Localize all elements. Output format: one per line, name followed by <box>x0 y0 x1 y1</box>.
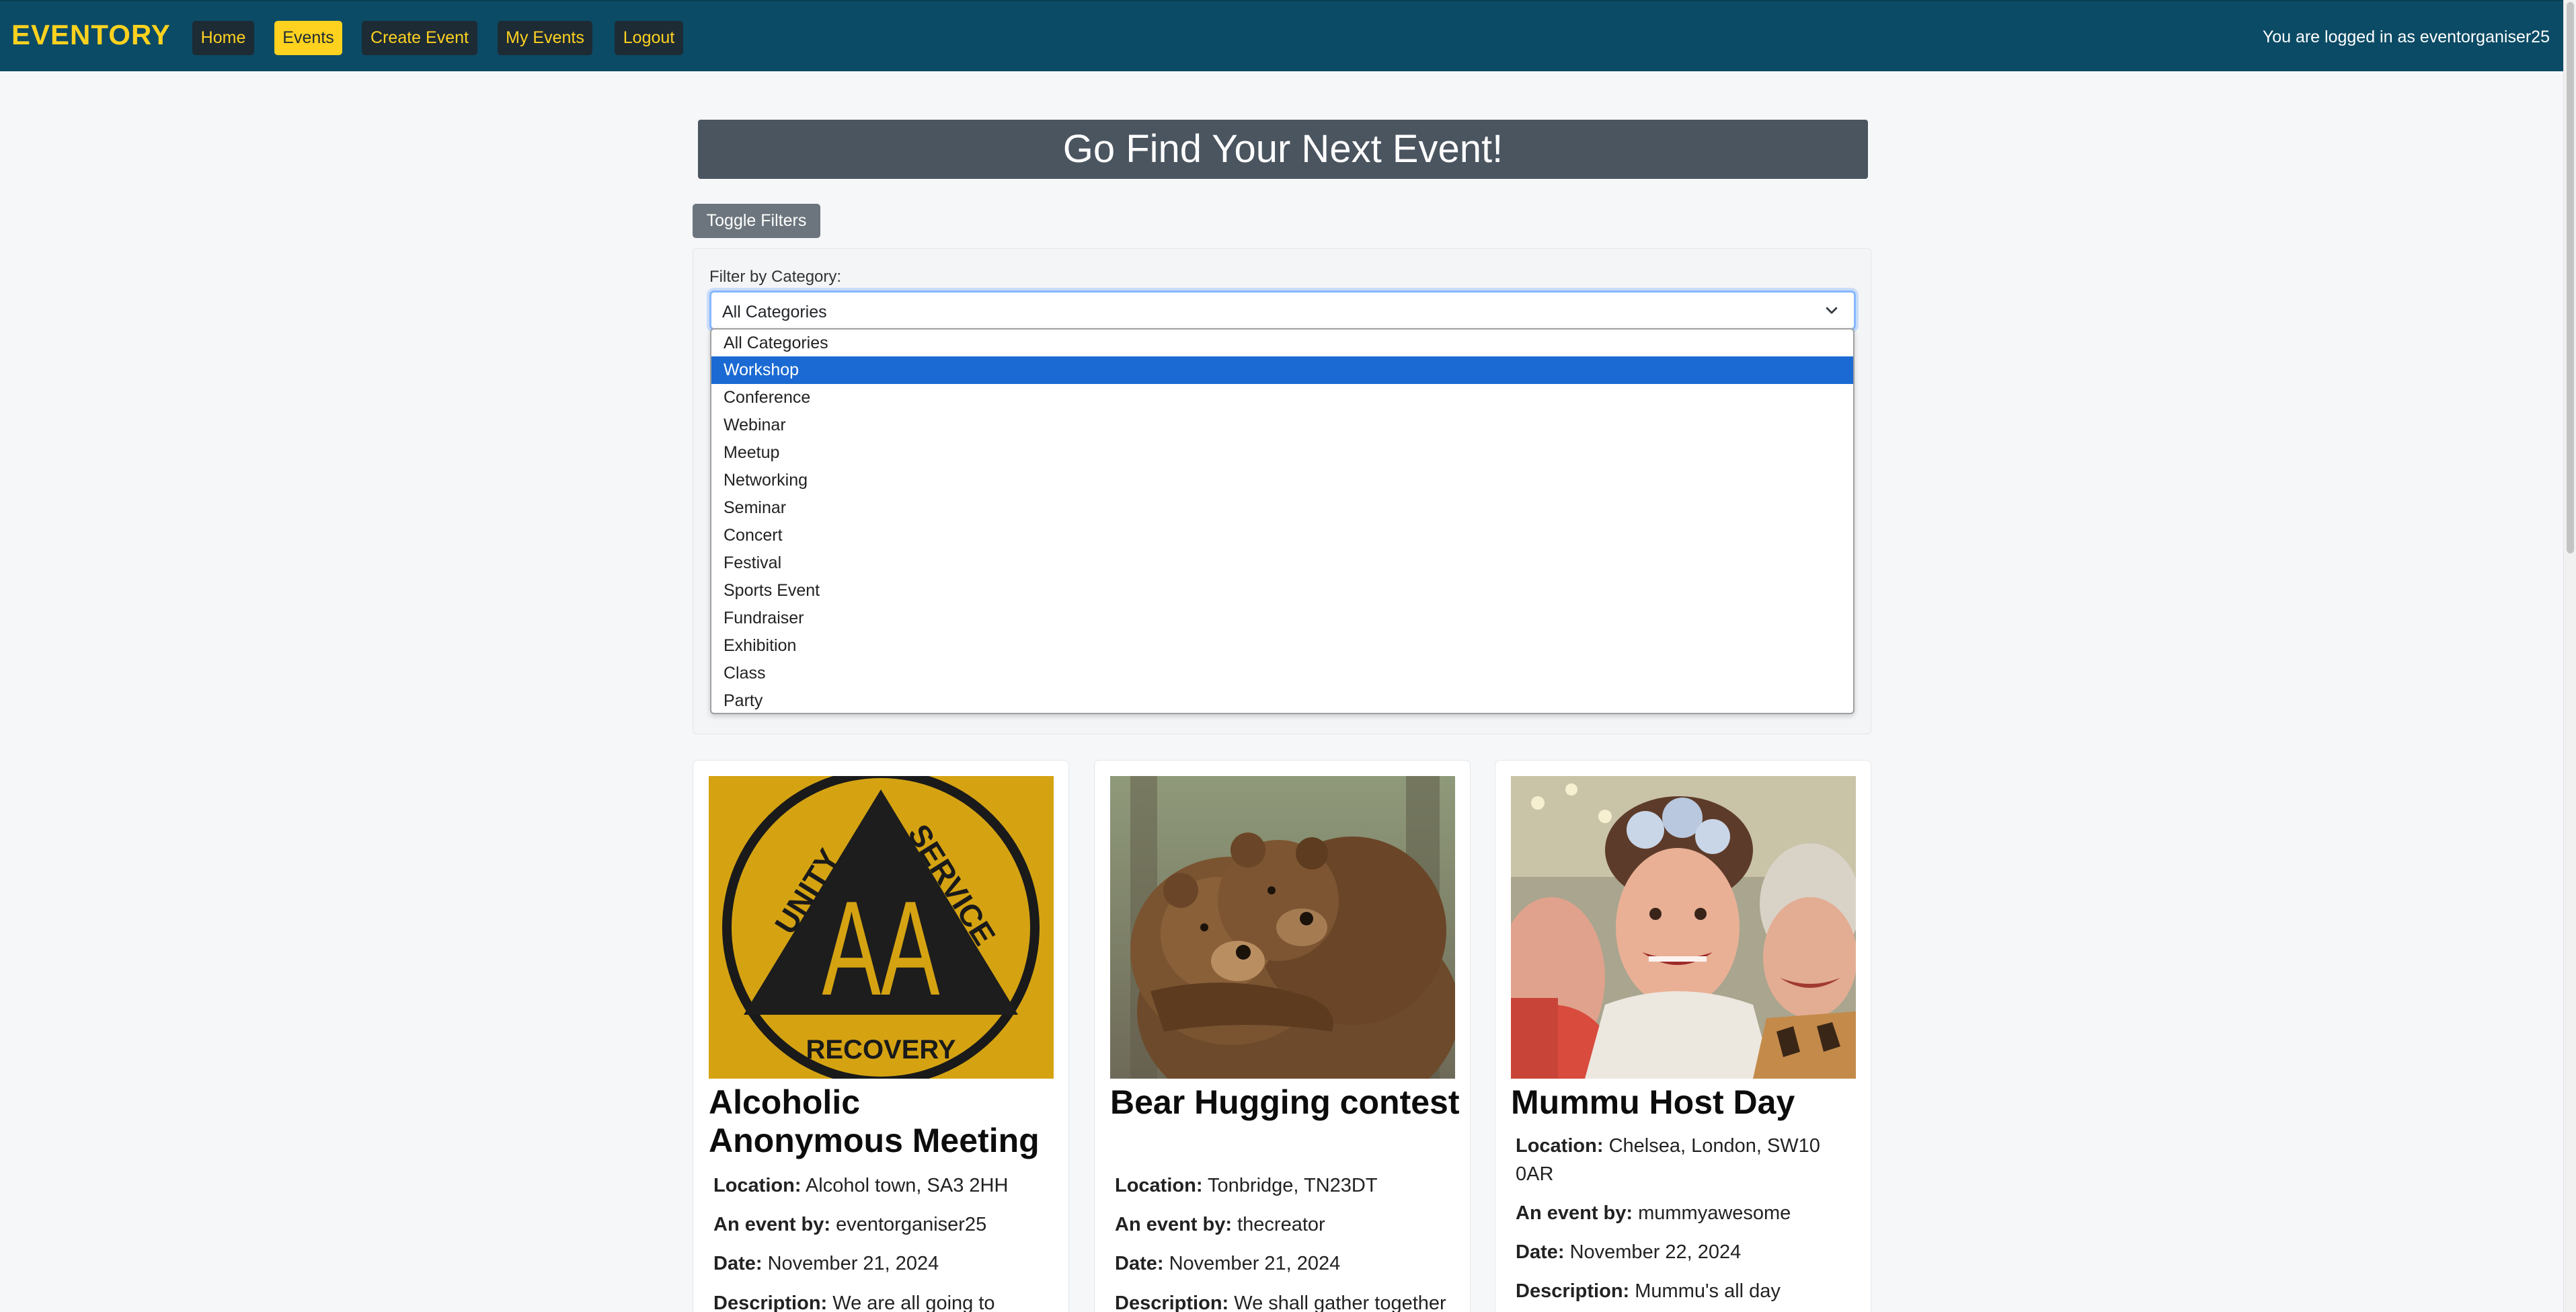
date-label: Date: <box>1115 1253 1164 1274</box>
option-festival[interactable]: Festival <box>711 549 1853 577</box>
event-description: Description: We are all going to <box>713 1289 1056 1312</box>
organiser-value: mummyawesome <box>1638 1202 1791 1224</box>
option-conference[interactable]: Conference <box>711 384 1853 412</box>
chevron-down-icon <box>1826 307 1838 314</box>
bears-photo-image <box>1110 776 1455 1079</box>
event-title[interactable]: Bear Hugging contest <box>1110 1083 1460 1122</box>
option-exhibition[interactable]: Exhibition <box>711 632 1853 660</box>
aa-logo-bottom-text: RECOVERY <box>806 1035 955 1065</box>
option-sports-event[interactable]: Sports Event <box>711 577 1853 605</box>
option-fundraiser[interactable]: Fundraiser <box>711 605 1853 632</box>
page-title: Go Find Your Next Event! <box>698 120 1868 179</box>
description-label: Description: <box>1115 1292 1229 1312</box>
option-concert[interactable]: Concert <box>711 522 1853 549</box>
event-location: Location: Alcohol town, SA3 2HH <box>713 1171 1056 1200</box>
option-meetup[interactable]: Meetup <box>711 439 1853 467</box>
event-card[interactable]: Mummu Host Day Location: Chelsea, London… <box>1495 760 1871 1312</box>
location-value: Alcohol town, SA3 2HH <box>805 1175 1009 1196</box>
category-select-value: All Categories <box>722 303 827 321</box>
event-card[interactable]: UNITY SERVICE AA RECOVERY Alcoholic Anon… <box>693 760 1069 1312</box>
date-label: Date: <box>713 1253 763 1274</box>
option-class[interactable]: Class <box>711 660 1853 687</box>
nav-events[interactable]: Events <box>274 21 342 55</box>
date-value: November 21, 2024 <box>1169 1253 1341 1274</box>
date-value: November 22, 2024 <box>1569 1241 1742 1263</box>
category-dropdown-list: All Categories Workshop Conference Webin… <box>710 328 1855 714</box>
login-status: You are logged in as eventorganiser25 <box>2262 28 2550 46</box>
organiser-label: An event by: <box>1115 1214 1233 1235</box>
nav-home[interactable]: Home <box>192 21 254 55</box>
nav-logout[interactable]: Logout <box>615 21 683 55</box>
nav-my-events[interactable]: My Events <box>498 21 592 55</box>
toggle-filters-button[interactable]: Toggle Filters <box>693 204 820 238</box>
event-organiser: An event by: mummyawesome <box>1516 1199 1859 1227</box>
navbar: EVENTORY Home Events Create Event My Eve… <box>0 0 2563 71</box>
organiser-label: An event by: <box>713 1214 831 1235</box>
category-select[interactable]: All Categories <box>709 291 1856 330</box>
event-image-aa-logo[interactable]: UNITY SERVICE AA RECOVERY <box>709 776 1054 1079</box>
event-title[interactable]: Mummu Host Day <box>1511 1083 1861 1122</box>
party-photo-image <box>1511 776 1856 1079</box>
organiser-label: An event by: <box>1516 1202 1633 1224</box>
date-label: Date: <box>1516 1241 1565 1263</box>
organiser-value: eventorganiser25 <box>836 1214 987 1235</box>
page-scrollbar[interactable] <box>2563 0 2576 1312</box>
aa-logo-image: UNITY SERVICE AA RECOVERY <box>709 776 1054 1079</box>
date-value: November 21, 2024 <box>767 1253 939 1274</box>
event-image-bears[interactable] <box>1110 776 1455 1079</box>
location-label: Location: <box>1516 1135 1604 1157</box>
option-webinar[interactable]: Webinar <box>711 412 1853 439</box>
option-workshop[interactable]: Workshop <box>711 356 1853 384</box>
description-label: Description: <box>1516 1280 1630 1302</box>
aa-logo-center-text: AA <box>822 874 940 1024</box>
event-date: Date: November 21, 2024 <box>1115 1249 1458 1278</box>
option-all-categories[interactable]: All Categories <box>711 330 1853 356</box>
description-label: Description: <box>713 1292 828 1312</box>
event-location: Location: Chelsea, London, SW10 0AR <box>1516 1132 1859 1188</box>
location-label: Location: <box>713 1175 802 1196</box>
brand-logo[interactable]: EVENTORY <box>11 19 171 51</box>
option-networking[interactable]: Networking <box>711 467 1853 494</box>
event-title[interactable]: Alcoholic Anonymous Meeting <box>709 1083 1058 1160</box>
scroll-thumb[interactable] <box>2567 2 2574 553</box>
option-party[interactable]: Party <box>711 687 1853 713</box>
event-image-party[interactable] <box>1511 776 1856 1079</box>
option-seminar[interactable]: Seminar <box>711 494 1853 522</box>
event-description: Description: Mummu's all day <box>1516 1277 1859 1305</box>
event-date: Date: November 22, 2024 <box>1516 1238 1859 1266</box>
location-label: Location: <box>1115 1175 1203 1196</box>
event-date: Date: November 21, 2024 <box>713 1249 1056 1278</box>
location-value: Tonbridge, TN23DT <box>1208 1175 1378 1196</box>
nav-create-event[interactable]: Create Event <box>362 21 477 55</box>
event-organiser: An event by: eventorganiser25 <box>713 1210 1056 1239</box>
description-value: Mummu's all day <box>1635 1280 1781 1302</box>
organiser-value: thecreator <box>1237 1214 1325 1235</box>
description-value: We are all going to <box>832 1292 995 1312</box>
event-location: Location: Tonbridge, TN23DT <box>1115 1171 1458 1200</box>
event-description: Description: We shall gather together to… <box>1115 1289 1458 1312</box>
event-card[interactable]: Bear Hugging contest Location: Tonbridge… <box>1094 760 1471 1312</box>
event-organiser: An event by: thecreator <box>1115 1210 1458 1239</box>
filter-label: Filter by Category: <box>709 268 842 286</box>
